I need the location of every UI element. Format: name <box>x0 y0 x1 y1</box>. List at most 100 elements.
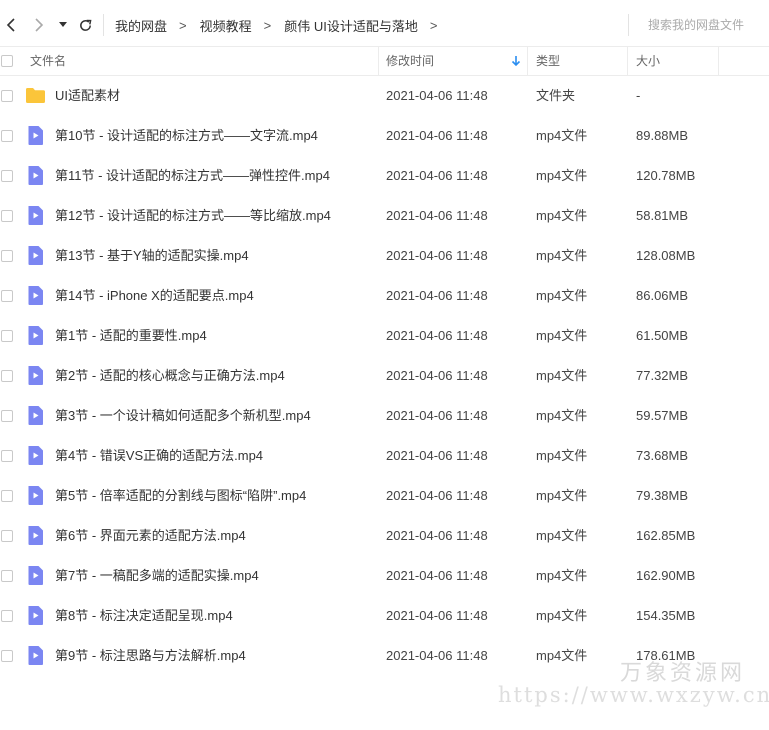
row-checkbox[interactable] <box>1 130 13 142</box>
file-type: mp4文件 <box>536 328 588 343</box>
file-row[interactable]: 第11节 - 设计适配的标注方式——弹性控件.mp4 2021-04-06 11:… <box>0 156 769 196</box>
row-checkbox[interactable] <box>1 530 13 542</box>
file-row[interactable]: 第14节 - iPhone X的适配要点.mp4 2021-04-06 11:48… <box>0 276 769 316</box>
file-name[interactable]: UI适配素材 <box>55 76 120 116</box>
file-row[interactable]: 第4节 - 错误VS正确的适配方法.mp4 2021-04-06 11:48 mp4… <box>0 436 769 476</box>
file-row[interactable]: 第3节 - 一个设计稿如何适配多个新机型.mp4 2021-04-06 11:48… <box>0 396 769 436</box>
select-all-checkbox[interactable] <box>1 55 13 67</box>
file-name[interactable]: 第6节 - 界面元素的适配方法.mp4 <box>55 516 246 556</box>
video-file-icon <box>25 565 46 586</box>
video-file-icon <box>25 245 46 266</box>
file-row[interactable]: UI适配素材 2021-04-06 11:48 文件夹 - <box>0 76 769 116</box>
file-name[interactable]: 第14节 - iPhone X的适配要点.mp4 <box>55 276 254 316</box>
file-size: 89.88MB <box>636 128 689 143</box>
file-row[interactable]: 第7节 - 一稿配多端的适配实操.mp4 2021-04-06 11:48 mp4文… <box>0 556 769 596</box>
breadcrumb-item-current-folder[interactable]: 颜伟 UI设计适配与落地 <box>284 16 418 35</box>
column-header-size[interactable]: 大小 <box>636 47 660 75</box>
file-modified-time: 2021-04-06 11:48 <box>386 648 488 663</box>
file-type: mp4文件 <box>536 608 588 623</box>
toolbar-divider <box>103 14 104 36</box>
video-file-icon <box>25 325 46 346</box>
video-file-icon <box>25 405 46 426</box>
row-checkbox[interactable] <box>1 410 13 422</box>
file-name[interactable]: 第10节 - 设计适配的标注方式——文字流.mp4 <box>55 116 318 156</box>
history-dropdown-button[interactable] <box>56 0 70 50</box>
file-name[interactable]: 第3节 - 一个设计稿如何适配多个新机型.mp4 <box>55 396 311 436</box>
file-row[interactable]: 第2节 - 适配的核心概念与正确方法.mp4 2021-04-06 11:48 mp… <box>0 356 769 396</box>
file-size: 79.38MB <box>636 488 689 503</box>
refresh-icon <box>79 19 91 31</box>
file-modified-time: 2021-04-06 11:48 <box>386 328 488 343</box>
file-type: mp4文件 <box>536 168 588 183</box>
file-name[interactable]: 第13节 - 基于Y轴的适配实操.mp4 <box>55 236 249 276</box>
video-file-icon <box>25 365 46 386</box>
video-file-icon <box>25 485 46 506</box>
file-size: - <box>636 88 641 103</box>
video-file-icon <box>25 205 46 226</box>
row-checkbox[interactable] <box>1 650 13 662</box>
video-file-icon <box>25 525 46 546</box>
search-input[interactable] <box>632 14 767 36</box>
file-name[interactable]: 第5节 - 倍率适配的分割线与图标“陷阱”.mp4 <box>55 476 306 516</box>
row-checkbox[interactable] <box>1 250 13 262</box>
file-name[interactable]: 第7节 - 一稿配多端的适配实操.mp4 <box>55 556 259 596</box>
row-checkbox[interactable] <box>1 170 13 182</box>
file-modified-time: 2021-04-06 11:48 <box>386 168 488 183</box>
file-type: mp4文件 <box>536 448 588 463</box>
file-name[interactable]: 第9节 - 标注思路与方法解析.mp4 <box>55 636 246 676</box>
row-checkbox[interactable] <box>1 490 13 502</box>
file-row[interactable]: 第5节 - 倍率适配的分割线与图标“陷阱”.mp4 2021-04-06 11:4… <box>0 476 769 516</box>
video-file-icon <box>25 645 46 666</box>
navigation-bar: 我的网盘 > 视频教程 > 颜伟 UI设计适配与落地 > <box>0 0 769 50</box>
column-divider <box>527 47 528 75</box>
file-size: 59.57MB <box>636 408 689 423</box>
file-type: mp4文件 <box>536 408 588 423</box>
row-checkbox[interactable] <box>1 210 13 222</box>
forward-button[interactable] <box>28 0 50 50</box>
file-row[interactable]: 第8节 - 标注决定适配呈现.mp4 2021-04-06 11:48 mp4文件 1… <box>0 596 769 636</box>
file-modified-time: 2021-04-06 11:48 <box>386 408 488 423</box>
file-type: mp4文件 <box>536 288 588 303</box>
row-checkbox[interactable] <box>1 570 13 582</box>
file-modified-time: 2021-04-06 11:48 <box>386 448 488 463</box>
file-size: 86.06MB <box>636 288 689 303</box>
breadcrumb-item-my-drive[interactable]: 我的网盘 <box>115 16 167 35</box>
column-header-type[interactable]: 类型 <box>536 47 560 75</box>
file-name[interactable]: 第8节 - 标注决定适配呈现.mp4 <box>55 596 233 636</box>
file-row[interactable]: 第6节 - 界面元素的适配方法.mp4 2021-04-06 11:48 mp4文件… <box>0 516 769 556</box>
breadcrumb-item-video-tutorials[interactable]: 视频教程 <box>200 16 252 35</box>
video-file-icon <box>25 285 46 306</box>
chevron-left-icon <box>6 18 15 32</box>
file-row[interactable]: 第12节 - 设计适配的标注方式——等比缩放.mp4 2021-04-06 11:… <box>0 196 769 236</box>
file-name[interactable]: 第11节 - 设计适配的标注方式——弹性控件.mp4 <box>55 156 330 196</box>
file-name[interactable]: 第2节 - 适配的核心概念与正确方法.mp4 <box>55 356 285 396</box>
file-modified-time: 2021-04-06 11:48 <box>386 608 488 623</box>
file-size: 162.90MB <box>636 568 696 583</box>
column-header-modified[interactable]: 修改时间 <box>386 47 434 75</box>
file-row[interactable]: 第10节 - 设计适配的标注方式——文字流.mp4 2021-04-06 11:4… <box>0 116 769 156</box>
file-row[interactable]: 第1节 - 适配的重要性.mp4 2021-04-06 11:48 mp4文件 61.… <box>0 316 769 356</box>
file-size: 61.50MB <box>636 328 689 343</box>
file-name[interactable]: 第12节 - 设计适配的标注方式——等比缩放.mp4 <box>55 196 331 236</box>
file-row[interactable]: 第13节 - 基于Y轴的适配实操.mp4 2021-04-06 11:48 mp4文… <box>0 236 769 276</box>
file-name[interactable]: 第1节 - 适配的重要性.mp4 <box>55 316 207 356</box>
file-size: 120.78MB <box>636 168 696 183</box>
breadcrumb: 我的网盘 > 视频教程 > 颜伟 UI设计适配与落地 > <box>115 0 450 50</box>
row-checkbox[interactable] <box>1 290 13 302</box>
video-file-icon <box>25 165 46 186</box>
row-checkbox[interactable] <box>1 450 13 462</box>
refresh-button[interactable] <box>74 0 96 50</box>
arrow-down-icon[interactable] <box>511 55 521 67</box>
folder-icon <box>25 85 46 106</box>
column-header-name[interactable]: 文件名 <box>30 47 66 75</box>
row-checkbox[interactable] <box>1 90 13 102</box>
file-name[interactable]: 第4节 - 错误VS正确的适配方法.mp4 <box>55 436 263 476</box>
back-button[interactable] <box>0 0 22 50</box>
row-checkbox[interactable] <box>1 330 13 342</box>
search-divider <box>628 14 629 36</box>
file-modified-time: 2021-04-06 11:48 <box>386 568 488 583</box>
column-header: 文件名 修改时间 类型 大小 <box>0 46 769 76</box>
column-divider <box>378 47 379 75</box>
row-checkbox[interactable] <box>1 370 13 382</box>
row-checkbox[interactable] <box>1 610 13 622</box>
